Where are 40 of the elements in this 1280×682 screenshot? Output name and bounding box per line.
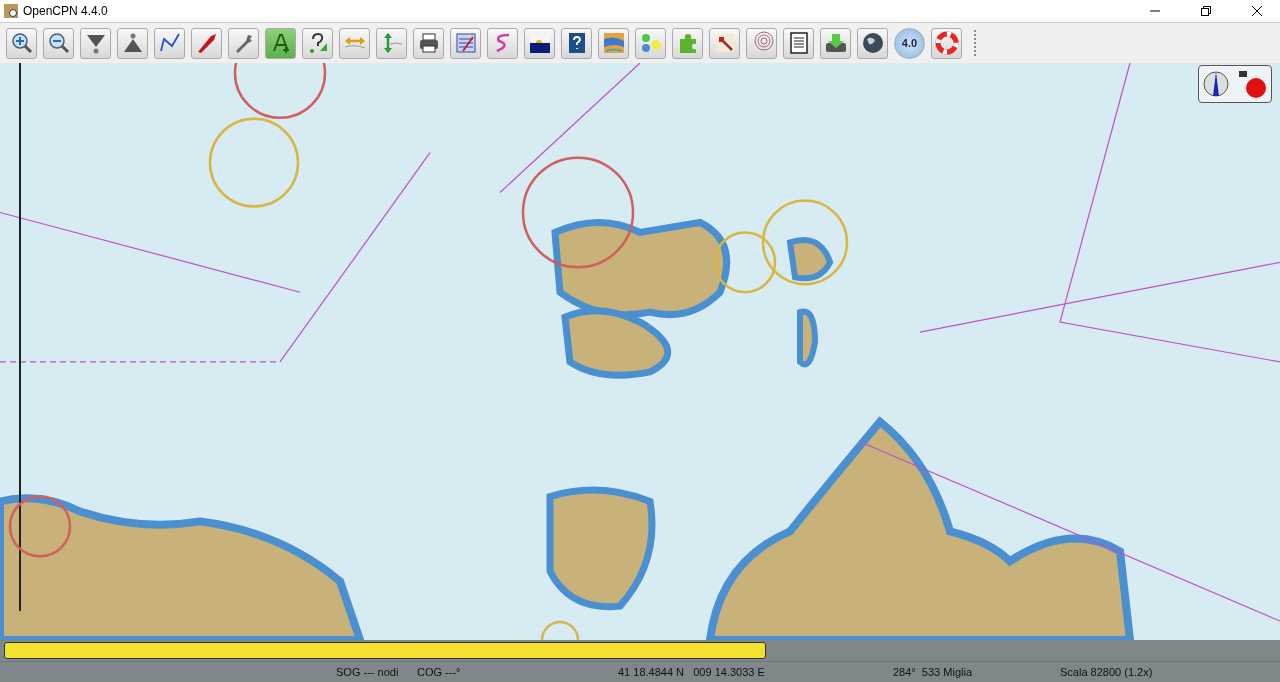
- compass-icon: [1203, 69, 1229, 99]
- toolbar-button[interactable]: [302, 27, 333, 59]
- toolbar-button[interactable]: [783, 27, 814, 59]
- toolbar-button[interactable]: [80, 27, 111, 59]
- toolbar-button[interactable]: [154, 27, 185, 59]
- toolbar-button[interactable]: [413, 27, 444, 59]
- toolbar-button[interactable]: [561, 27, 592, 59]
- toolbar-button[interactable]: [857, 27, 888, 59]
- toolbar-button[interactable]: [191, 27, 222, 59]
- globe-icon: [860, 31, 885, 55]
- toolbar-button[interactable]: [6, 27, 37, 59]
- lifebuoy-icon: [934, 31, 959, 55]
- toolbar-button[interactable]: [709, 27, 740, 59]
- chart-key[interactable]: [4, 642, 766, 659]
- light-sector-circle: [8, 495, 72, 558]
- toolbar-button[interactable]: [820, 27, 851, 59]
- status-text: SOG --- nodi: [336, 666, 399, 678]
- gps-status-icon: [1237, 69, 1267, 99]
- window-title: OpenCPN 4.4.0: [23, 4, 109, 18]
- weather-map-icon: [601, 31, 626, 55]
- dial-button[interactable]: 4.0: [894, 27, 925, 59]
- status-text: COG ---°: [417, 666, 461, 678]
- island-shape: [797, 308, 818, 368]
- status-text: Scala 82800 (1.2x): [1060, 666, 1153, 678]
- toolbar-button[interactable]: [265, 27, 296, 59]
- list-pencil-icon: [453, 31, 478, 55]
- light-sector-circle: [713, 231, 777, 294]
- toolbar-button[interactable]: [43, 27, 74, 59]
- zoom-out-icon: [46, 31, 71, 55]
- toolbar-button[interactable]: [117, 27, 148, 59]
- zoom-in-icon: [9, 31, 34, 55]
- close-icon: [1252, 6, 1262, 16]
- download-icon: [823, 31, 848, 55]
- app-logo-icon: [4, 4, 18, 18]
- status-text: 284° 533 Miglia: [893, 666, 972, 678]
- compass-widget[interactable]: [1198, 65, 1272, 103]
- island-shape: [787, 236, 833, 282]
- toolbar-button[interactable]: [524, 27, 555, 59]
- restore-icon: [1201, 6, 1211, 16]
- status-text: 41 18.4844 N 009 14.3033 E: [618, 666, 765, 678]
